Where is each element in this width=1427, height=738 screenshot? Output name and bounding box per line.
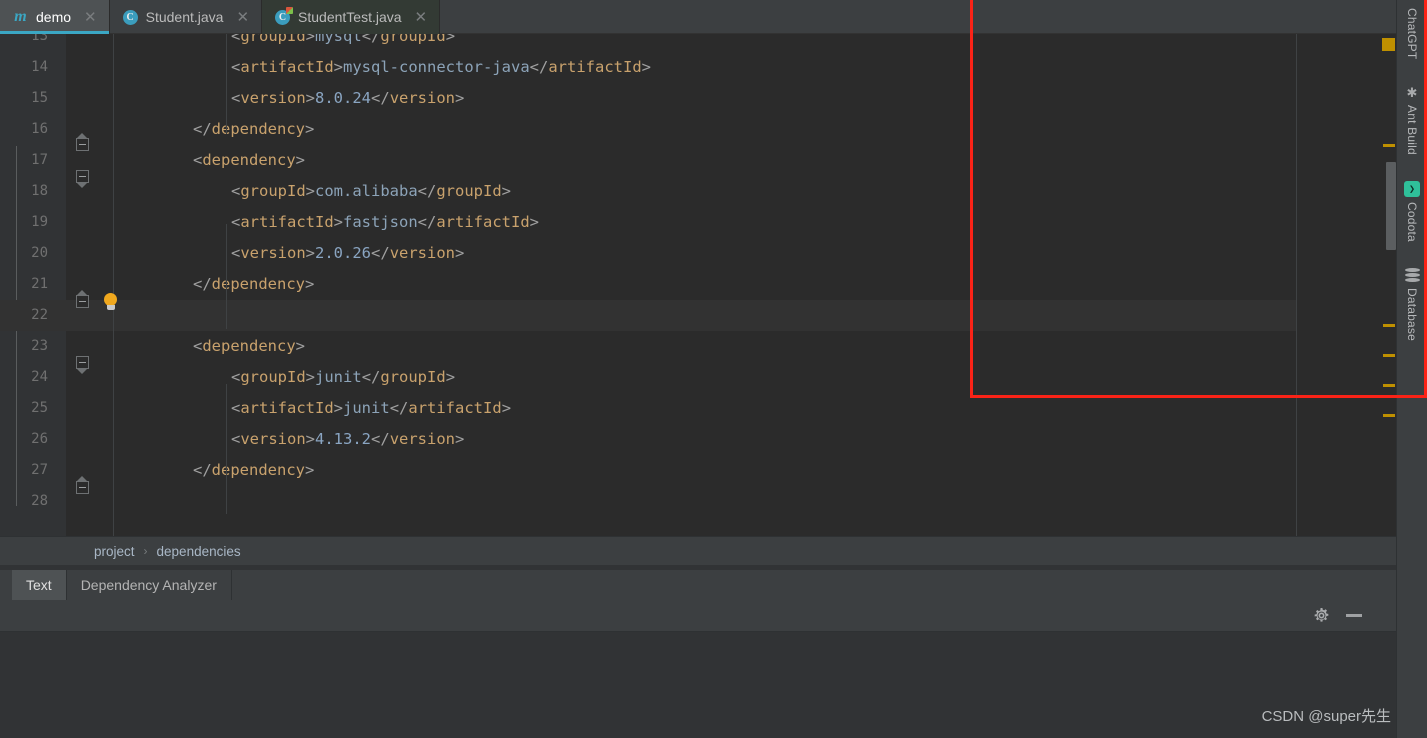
code-text[interactable]: <groupId>mysql</groupId> — [210, 34, 455, 52]
maven-icon: m — [14, 8, 27, 25]
tab-label: StudentTest.java — [298, 9, 402, 25]
tool-window-header — [0, 600, 1396, 632]
code-text[interactable]: <groupId>com.alibaba</groupId> — [210, 176, 511, 207]
line-number: 27 — [31, 462, 48, 478]
tab-label: demo — [36, 9, 72, 25]
breadcrumb-item-dependencies[interactable]: dependencies — [157, 544, 241, 559]
tab-demo[interactable]: m demo ✕ — [0, 0, 110, 34]
line-number: 24 — [31, 369, 48, 385]
line-number: 23 — [31, 338, 48, 354]
editor-scrollbar-thumb[interactable] — [1386, 162, 1396, 250]
code-text[interactable]: <groupId>junit</groupId> — [210, 362, 455, 393]
code-text[interactable]: <artifactId>junit</artifactId> — [210, 393, 511, 424]
fold-column[interactable] — [66, 34, 96, 536]
line-number: 26 — [31, 431, 48, 447]
indent-guide — [226, 34, 227, 134]
code-text[interactable]: <dependency> — [172, 331, 305, 362]
code-text[interactable]: <version>4.13.2</version> — [210, 424, 464, 455]
tool-strip-label: Codota — [1405, 202, 1419, 243]
line-number: 21 — [31, 276, 48, 292]
intention-bulb-icon[interactable] — [103, 293, 118, 311]
code-fold-end-icon[interactable] — [76, 476, 89, 494]
stripe-warning-box[interactable] — [1382, 38, 1395, 51]
stripe-warning-mark[interactable] — [1383, 354, 1395, 357]
line-number: 20 — [31, 245, 48, 261]
ant-build-icon: ✱ — [1406, 84, 1418, 100]
code-text[interactable]: <artifactId>fastjson</artifactId> — [210, 207, 539, 238]
stripe-warning-mark[interactable] — [1383, 414, 1395, 417]
tab-text[interactable]: Text — [12, 570, 67, 600]
code-text[interactable]: <version>2.0.26</version> — [210, 238, 464, 269]
breadcrumb-item-project[interactable]: project — [94, 544, 135, 559]
code-text[interactable]: </dependency> — [172, 114, 314, 145]
code-content[interactable]: <groupId>mysql</groupId> <artifactId>mysq… — [0, 34, 1396, 536]
chevron-right-icon: › — [143, 544, 148, 558]
code-fold-end-icon[interactable] — [76, 290, 89, 308]
line-number: 18 — [31, 183, 48, 199]
code-text[interactable]: </dependency> — [172, 455, 314, 486]
code-fold-end-icon[interactable] — [76, 133, 89, 151]
java-test-class-icon: C — [274, 6, 294, 26]
stripe-warning-mark[interactable] — [1383, 324, 1395, 327]
gear-icon[interactable] — [1313, 607, 1330, 624]
code-text[interactable]: <dependency> — [172, 145, 305, 176]
minimize-icon[interactable] — [1346, 614, 1362, 617]
tool-window-body — [0, 632, 1396, 738]
java-class-icon: C — [122, 9, 139, 26]
error-stripe[interactable] — [1382, 34, 1396, 536]
tool-strip-item-database[interactable]: Database — [1404, 268, 1420, 342]
editor-tab-bar: m demo ✕ C Student.java ✕ C StudentTest.… — [0, 0, 1396, 34]
line-number: 17 — [31, 152, 48, 168]
breadcrumb: project › dependencies — [0, 536, 1396, 565]
stripe-warning-mark[interactable] — [1383, 384, 1395, 387]
stripe-warning-mark[interactable] — [1383, 144, 1395, 147]
code-text[interactable]: </dependency> — [172, 269, 314, 300]
code-text[interactable]: <artifactId>mysql-connector-java</artifa… — [210, 52, 651, 83]
code-fold-start-icon[interactable] — [76, 170, 89, 188]
codota-icon: ❯ — [1404, 181, 1420, 198]
line-number: 13 — [31, 34, 48, 44]
code-editor[interactable]: <groupId>mysql</groupId> <artifactId>mysq… — [0, 34, 1396, 536]
code-line[interactable] — [0, 300, 1296, 331]
tool-window-panel — [0, 600, 1396, 738]
line-number: 19 — [31, 214, 48, 230]
idea-window: m demo ✕ C Student.java ✕ C StudentTest.… — [0, 0, 1427, 738]
database-icon — [1404, 268, 1420, 283]
watermark: CSDN @super先生 — [1261, 708, 1391, 725]
line-number: 28 — [31, 493, 48, 509]
tool-strip-item-codota[interactable]: ❯ Codota — [1404, 181, 1420, 242]
tool-strip-label: ChatGPT — [1405, 8, 1419, 60]
close-icon[interactable]: ✕ — [82, 10, 99, 25]
code-text[interactable]: <version>8.0.24</version> — [210, 83, 464, 114]
line-number: 14 — [31, 59, 48, 75]
right-tool-strip: ChatGPT ✱ Ant Build ❯ Codota Database — [1396, 0, 1427, 738]
tab-studenttest-java[interactable]: C StudentTest.java ✕ — [262, 0, 441, 34]
indent-guide — [226, 384, 227, 514]
editor-right-gap — [1296, 34, 1396, 536]
code-fold-start-icon[interactable] — [76, 356, 89, 374]
line-number: 15 — [31, 90, 48, 106]
tool-strip-item-ant-build[interactable]: ✱ Ant Build — [1405, 85, 1420, 155]
bottom-tab-bar: Text Dependency Analyzer — [0, 570, 1396, 600]
line-number: 22 — [31, 307, 48, 323]
tool-strip-item-chatgpt[interactable]: ChatGPT — [1405, 8, 1419, 59]
tab-label: Student.java — [145, 9, 224, 25]
indent-guide — [226, 224, 227, 329]
indent-guide — [113, 34, 114, 536]
line-number: 25 — [31, 400, 48, 416]
tab-student-java[interactable]: C Student.java ✕ — [110, 0, 263, 34]
tool-strip-label: Database — [1405, 288, 1419, 342]
line-number: 16 — [31, 121, 48, 137]
close-icon[interactable]: ✕ — [413, 10, 430, 25]
tab-dependency-analyzer[interactable]: Dependency Analyzer — [67, 570, 232, 600]
close-icon[interactable]: ✕ — [234, 10, 251, 25]
tool-strip-label: Ant Build — [1405, 105, 1419, 156]
code-line[interactable] — [96, 486, 1396, 517]
